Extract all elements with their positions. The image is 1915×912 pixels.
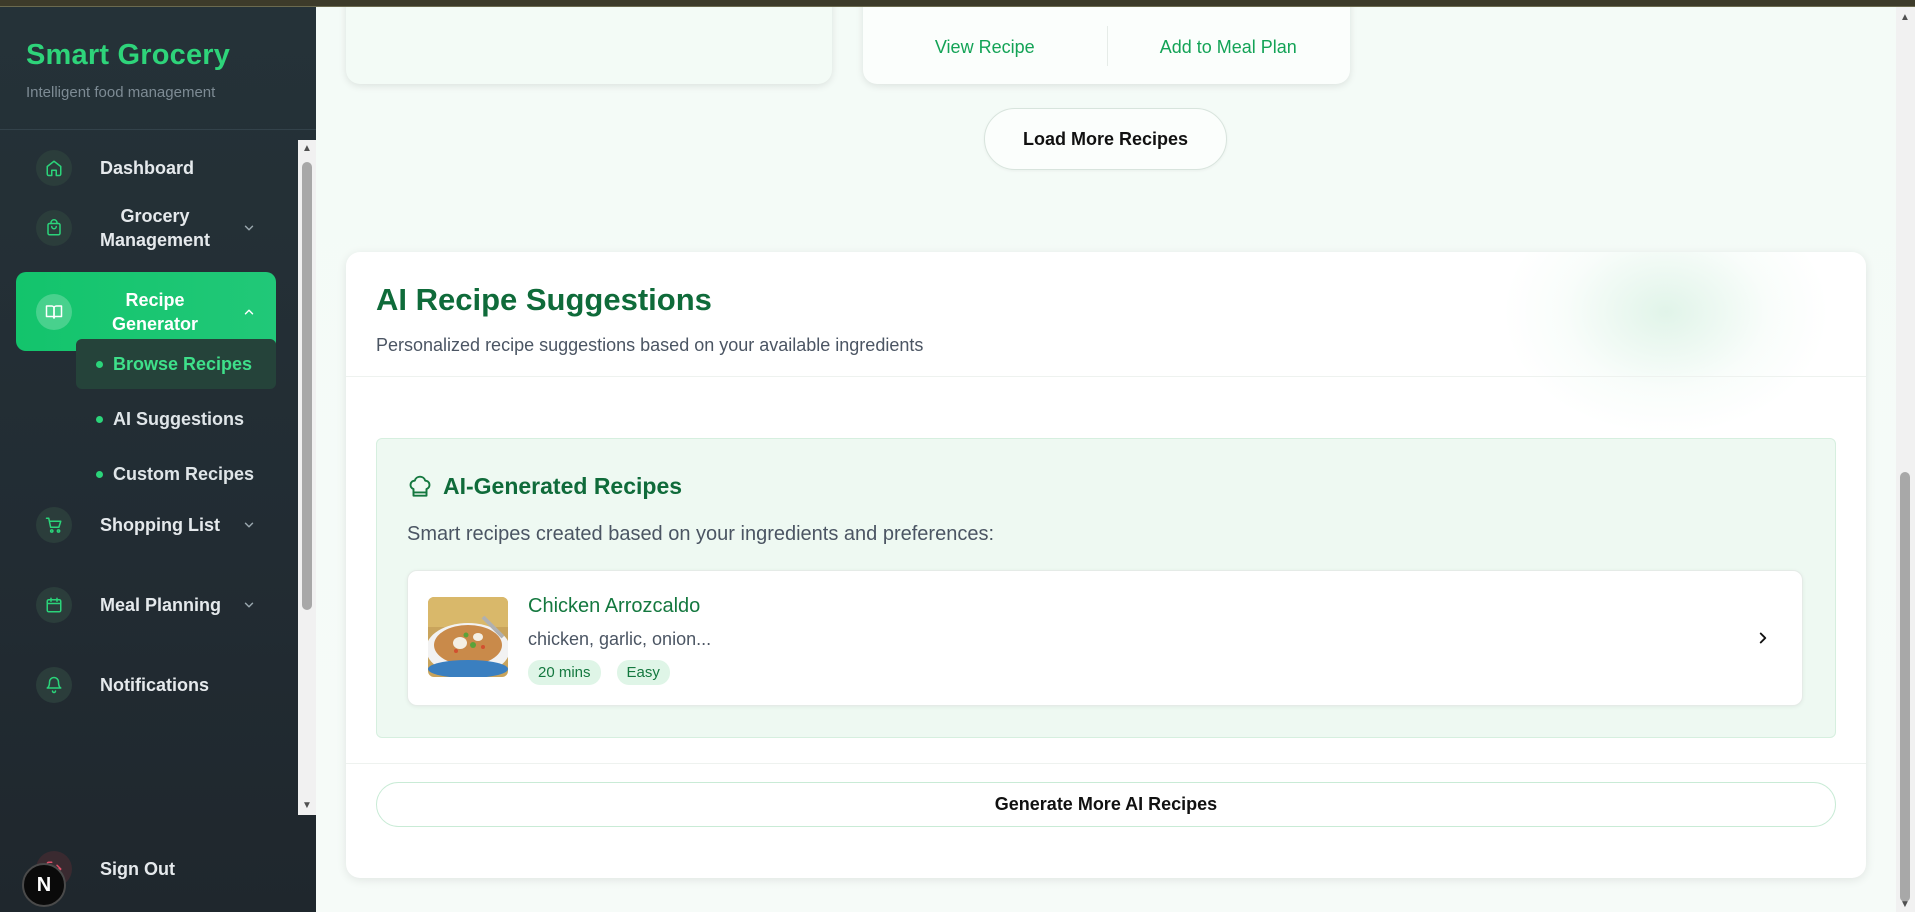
sidebar-item-grocery-management[interactable]: Grocery Management [16,198,276,258]
scroll-up-arrow-icon[interactable]: ▲ [1900,13,1910,23]
sidebar-item-label: Recipe Generator [111,289,199,334]
divider [346,763,1866,764]
recipe-tags: 20 mins Easy [528,660,670,685]
brand-divider [0,129,316,130]
chevron-down-icon[interactable] [242,598,256,612]
recipe-ingredients: chicken, garlic, onion... [528,629,712,649]
calendar-icon [36,587,72,623]
sidebar-subitem-label: AI Suggestions [113,408,245,429]
sidebar-item-label: Shopping List [100,514,220,535]
scroll-down-arrow-icon[interactable]: ▼ [302,801,312,811]
section-subtitle: Personalized recipe suggestions based on… [376,335,924,355]
divider [346,376,1866,377]
sidebar-item-dashboard[interactable]: Dashboard [16,143,276,193]
view-recipe-button[interactable]: View Recipe [863,37,1107,58]
sidebar-item-label: Grocery Management [99,206,211,250]
ai-recipe-item[interactable]: Chicken Arrozcaldo chicken, garlic, onio… [407,570,1803,706]
main-scrollbar[interactable]: ▲ ▼ [1896,7,1915,912]
bell-icon [36,667,72,703]
sidebar-subitem-ai-suggestions[interactable]: AI Suggestions [76,394,276,444]
sidebar-item-notifications[interactable]: Notifications [16,660,276,710]
browser-top-strip [0,0,1915,7]
app-title: Smart Grocery [26,39,231,71]
dev-tools-badge[interactable]: N [22,863,66,907]
recipe-name: Chicken Arrozcaldo [528,595,701,617]
scroll-up-arrow-icon[interactable]: ▲ [302,144,312,154]
recipe-card-actions: View Recipe Add to Meal Plan [863,26,1351,66]
chevron-down-icon[interactable] [242,221,256,235]
add-to-meal-plan-button[interactable]: Add to Meal Plan [1107,37,1351,58]
recipe-card [346,7,832,84]
bullet-dot-icon [96,415,103,423]
sidebar-scroll-thumb[interactable] [302,162,312,610]
sidebar-item-label: Meal Planning [100,594,222,615]
sidebar-item-label: Notifications [100,674,210,695]
bullet-dot-icon [96,470,103,478]
main-scroll-thumb[interactable] [1900,472,1910,902]
sidebar: Smart Grocery Intelligent food managemen… [0,7,316,912]
ai-generated-header: AI-Generated Recipes [407,473,682,500]
decorative-glow [1506,252,1826,432]
ai-recipe-suggestions-panel: AI Recipe Suggestions Personalized recip… [346,252,1866,878]
cart-icon [36,507,72,543]
recipe-thumbnail [428,597,508,677]
brand: Smart Grocery Intelligent food managemen… [26,39,230,101]
ai-generated-recipes-box: AI-Generated Recipes Smart recipes creat… [376,438,1836,738]
bag-icon [36,210,72,246]
chevron-up-icon[interactable] [242,305,256,319]
ai-generated-title: AI-Generated Recipes [443,473,683,499]
chef-hat-icon [409,475,431,497]
load-more-recipes-button[interactable]: Load More Recipes [984,108,1227,170]
scroll-down-arrow-icon[interactable]: ▼ [1900,900,1910,910]
sign-out-label: Sign Out [100,858,175,879]
action-divider [1107,26,1108,66]
sidebar-item-meal-planning[interactable]: Meal Planning [16,580,276,630]
sidebar-subitem-custom-recipes[interactable]: Custom Recipes [76,449,276,499]
home-icon [36,150,72,186]
chevron-down-icon[interactable] [242,518,256,532]
book-icon [36,293,72,330]
sidebar-subitem-label: Custom Recipes [113,463,255,484]
recipe-card: View Recipe Add to Meal Plan [863,7,1350,84]
main-content: View Recipe Add to Meal Plan Load More R… [316,7,1896,912]
section-title: AI Recipe Suggestions [376,282,712,317]
sidebar-item-shopping-list[interactable]: Shopping List [16,500,276,550]
bullet-dot-icon [96,360,103,368]
time-badge: 20 mins [528,660,601,685]
sidebar-subitem-label: Browse Recipes [113,353,253,374]
sidebar-item-label: Dashboard [100,157,195,178]
app-subtitle: Intelligent food management [26,84,216,101]
sidebar-scrollbar[interactable]: ▲ ▼ [298,140,316,815]
sidebar-nav: Dashboard Grocery Management Recipe Gene… [0,133,298,815]
generate-more-ai-recipes-button[interactable]: Generate More AI Recipes [376,782,1836,827]
sidebar-subitem-browse-recipes[interactable]: Browse Recipes [76,339,276,389]
ai-generated-subtitle: Smart recipes created based on your ingr… [407,523,995,545]
chevron-right-icon[interactable] [1754,629,1772,647]
difficulty-badge: Easy [616,660,670,685]
